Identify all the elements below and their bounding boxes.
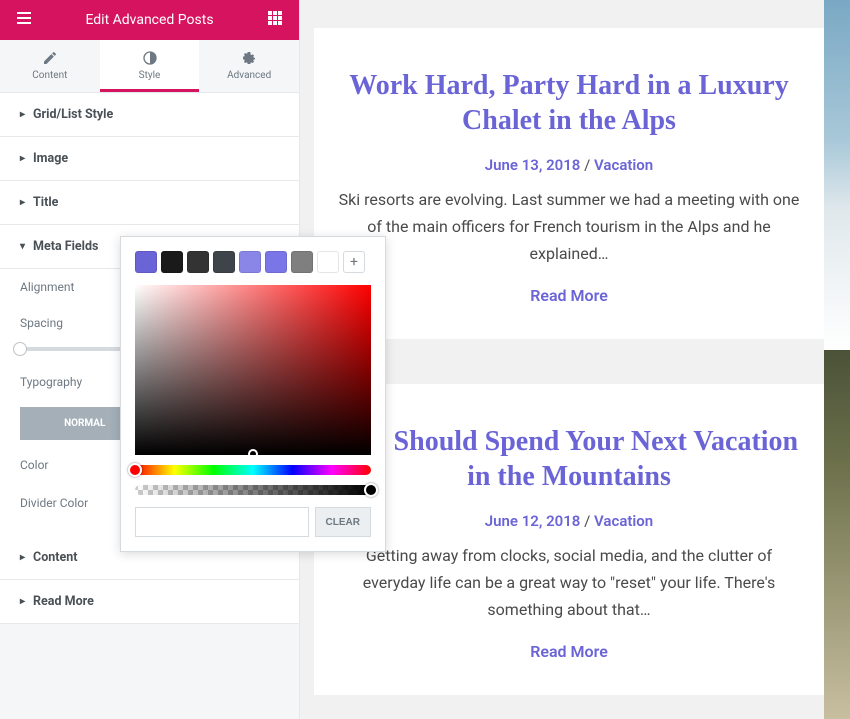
section-readmore-label: Read More (33, 594, 94, 609)
color-swatch[interactable] (161, 251, 183, 273)
post-excerpt: Ski resorts are evolving. Last summer we… (338, 186, 800, 268)
tab-advanced[interactable]: Advanced (199, 40, 299, 92)
saturation-pointer[interactable] (248, 449, 258, 459)
gear-icon (241, 50, 257, 66)
post-meta: June 12, 2018 / Vacation (338, 512, 800, 530)
post-card: You Should Spend Your Next Vacation in t… (314, 384, 824, 695)
section-metafields-label: Meta Fields (33, 239, 98, 254)
post-date[interactable]: June 12, 2018 (485, 512, 581, 530)
clear-button[interactable]: CLEAR (315, 507, 371, 537)
section-title-label: Title (33, 195, 58, 210)
tab-content-label: Content (32, 70, 67, 81)
section-readmore[interactable]: ▸ Read More (0, 580, 299, 624)
alpha-slider[interactable] (135, 485, 371, 495)
caret-right-icon: ▸ (20, 552, 25, 563)
panel-header: Edit Advanced Posts (0, 0, 299, 40)
divider-color-label: Divider Color (20, 496, 88, 510)
alpha-thumb[interactable] (364, 483, 378, 497)
tab-content[interactable]: Content (0, 40, 100, 92)
color-swatch[interactable] (265, 251, 287, 273)
post-category[interactable]: Vacation (594, 512, 653, 530)
alignment-label: Alignment (20, 280, 74, 294)
pencil-icon (42, 50, 58, 66)
post-meta: June 13, 2018 / Vacation (338, 156, 800, 174)
section-gridlist-label: Grid/List Style (33, 107, 113, 122)
saturation-panel[interactable] (135, 285, 371, 455)
section-title[interactable]: ▸ Title (0, 181, 299, 225)
caret-right-icon: ▸ (20, 197, 25, 208)
hex-row: CLEAR (135, 507, 371, 537)
tabs: Content Style Advanced (0, 40, 299, 93)
post-title[interactable]: You Should Spend Your Next Vacation in t… (338, 424, 800, 494)
spacing-label: Spacing (20, 316, 63, 330)
read-more-link[interactable]: Read More (338, 642, 800, 661)
typography-label: Typography (20, 375, 82, 389)
post-category[interactable]: Vacation (594, 156, 653, 174)
menu-icon[interactable] (12, 6, 36, 34)
color-swatch[interactable] (239, 251, 261, 273)
background-strip (824, 0, 850, 719)
caret-right-icon: ▸ (20, 596, 25, 607)
apps-icon[interactable] (263, 6, 287, 34)
contrast-icon (142, 50, 158, 66)
hex-input[interactable] (135, 507, 309, 537)
color-swatch[interactable] (291, 251, 313, 273)
panel-title: Edit Advanced Posts (85, 12, 213, 28)
color-swatch[interactable] (317, 251, 339, 273)
toggle-normal-label: NORMAL (64, 418, 105, 429)
color-picker-popup: + CLEAR (120, 236, 386, 552)
section-image[interactable]: ▸ Image (0, 137, 299, 181)
post-excerpt: Getting away from clocks, social media, … (338, 542, 800, 624)
tab-advanced-label: Advanced (227, 70, 271, 81)
caret-down-icon: ▾ (20, 241, 25, 252)
tab-style-label: Style (139, 70, 161, 81)
color-swatch[interactable] (213, 251, 235, 273)
color-swatches-row: + (135, 251, 371, 273)
hue-slider[interactable] (135, 465, 371, 475)
read-more-link[interactable]: Read More (338, 286, 800, 305)
add-swatch-button[interactable]: + (343, 251, 365, 273)
clear-button-label: CLEAR (326, 517, 360, 528)
hue-thumb[interactable] (128, 463, 142, 477)
color-label: Color (20, 458, 48, 472)
caret-right-icon: ▸ (20, 153, 25, 164)
section-image-label: Image (33, 151, 68, 166)
color-swatch[interactable] (135, 251, 157, 273)
tab-style[interactable]: Style (100, 40, 200, 92)
post-title[interactable]: Work Hard, Party Hard in a Luxury Chalet… (338, 68, 800, 138)
post-card: Work Hard, Party Hard in a Luxury Chalet… (314, 28, 824, 339)
section-content-label: Content (33, 550, 77, 565)
caret-right-icon: ▸ (20, 109, 25, 120)
post-date[interactable]: June 13, 2018 (485, 156, 581, 174)
slider-thumb[interactable] (13, 342, 27, 356)
section-gridlist[interactable]: ▸ Grid/List Style (0, 93, 299, 137)
color-swatch[interactable] (187, 251, 209, 273)
